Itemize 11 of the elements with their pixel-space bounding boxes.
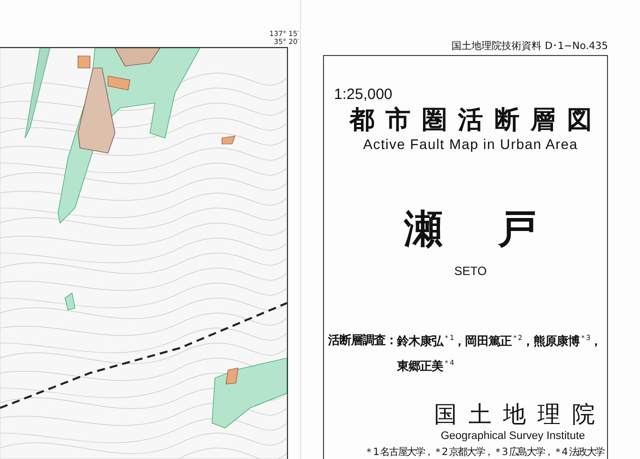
survey-label: 活断層調査： — [328, 332, 398, 349]
map-title: 都市圏活断層図 — [349, 104, 603, 136]
publisher-name: 国土地理院 — [434, 401, 608, 430]
map-title-english: Active Fault Map in Urban Area — [363, 136, 578, 152]
map-scale: 1:25,000 — [334, 86, 394, 103]
affiliation-notes: ＊1 名古屋大学，＊2 京都大学，＊3 広島大学，＊4 法政大学 — [364, 446, 604, 459]
sheet-name-english: SETO — [454, 264, 487, 278]
sheet-name: 瀬戸 — [404, 206, 592, 254]
series-number: 国土地理院技術資料 D･1−No.435 — [452, 40, 608, 54]
publisher-name-english: Geographical Survey Institute — [440, 430, 586, 442]
investigator-names: 鈴木康弘$^{＊1}$，岡田篤正$^{＊2}$，熊原康博$^{＊3}$，東郷正美$^{＊4}$ — [397, 333, 602, 375]
